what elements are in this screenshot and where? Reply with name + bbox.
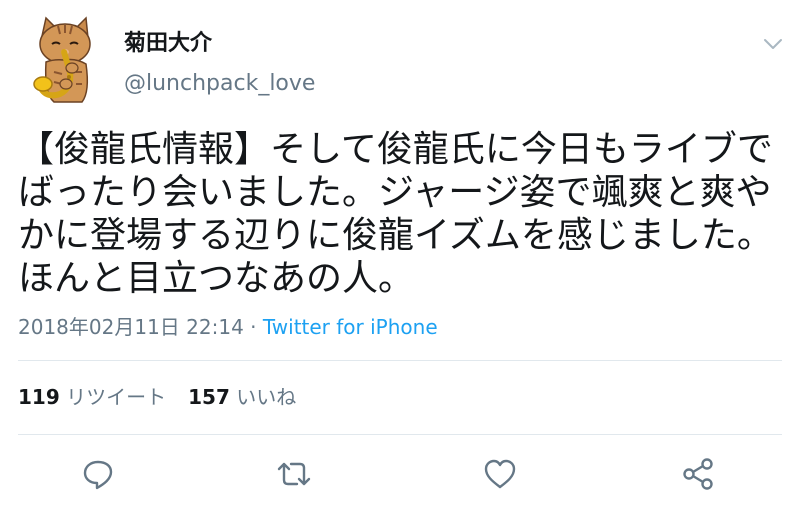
- avatar[interactable]: [24, 14, 104, 106]
- reply-button[interactable]: [80, 456, 116, 492]
- retweets-stat[interactable]: 119 リツイート: [18, 384, 166, 410]
- display-name[interactable]: 菊田大介: [124, 30, 212, 58]
- timestamp[interactable]: 2018年02月11日 22:14: [18, 315, 244, 339]
- tweet-stats: 119 リツイート 157 いいね: [18, 384, 296, 410]
- retweet-button[interactable]: [276, 456, 312, 492]
- divider: [18, 360, 782, 361]
- source-link[interactable]: Twitter for iPhone: [263, 315, 438, 339]
- user-handle[interactable]: @lunchpack_love: [124, 70, 315, 98]
- likes-label: いいね: [236, 385, 297, 409]
- retweets-count: 119: [18, 385, 60, 409]
- retweets-label: リツイート: [66, 385, 167, 409]
- reply-icon: [83, 460, 113, 490]
- share-button[interactable]: [680, 456, 716, 492]
- cat-saxophone-avatar-icon: [33, 16, 91, 103]
- tweet-text: 【俊龍氏情報】そして俊龍氏に今日もライブでばったり会いました。ジャージ姿で颯爽と…: [18, 129, 773, 299]
- retweet-icon: [277, 462, 311, 486]
- likes-stat[interactable]: 157 いいね: [188, 384, 296, 410]
- like-button[interactable]: [482, 456, 518, 492]
- likes-count: 157: [188, 385, 230, 409]
- share-icon: [683, 458, 713, 490]
- chevron-down-icon[interactable]: [762, 36, 784, 52]
- heart-icon: [484, 459, 516, 489]
- tweet-card: 菊田大介 @lunchpack_love 【俊龍氏情報】そして俊龍氏に今日もライ…: [0, 0, 800, 518]
- meta-separator: ·: [243, 315, 263, 339]
- tweet-meta: 2018年02月11日 22:14 · Twitter for iPhone: [18, 314, 438, 340]
- divider: [18, 434, 782, 435]
- action-bar: [0, 456, 800, 492]
